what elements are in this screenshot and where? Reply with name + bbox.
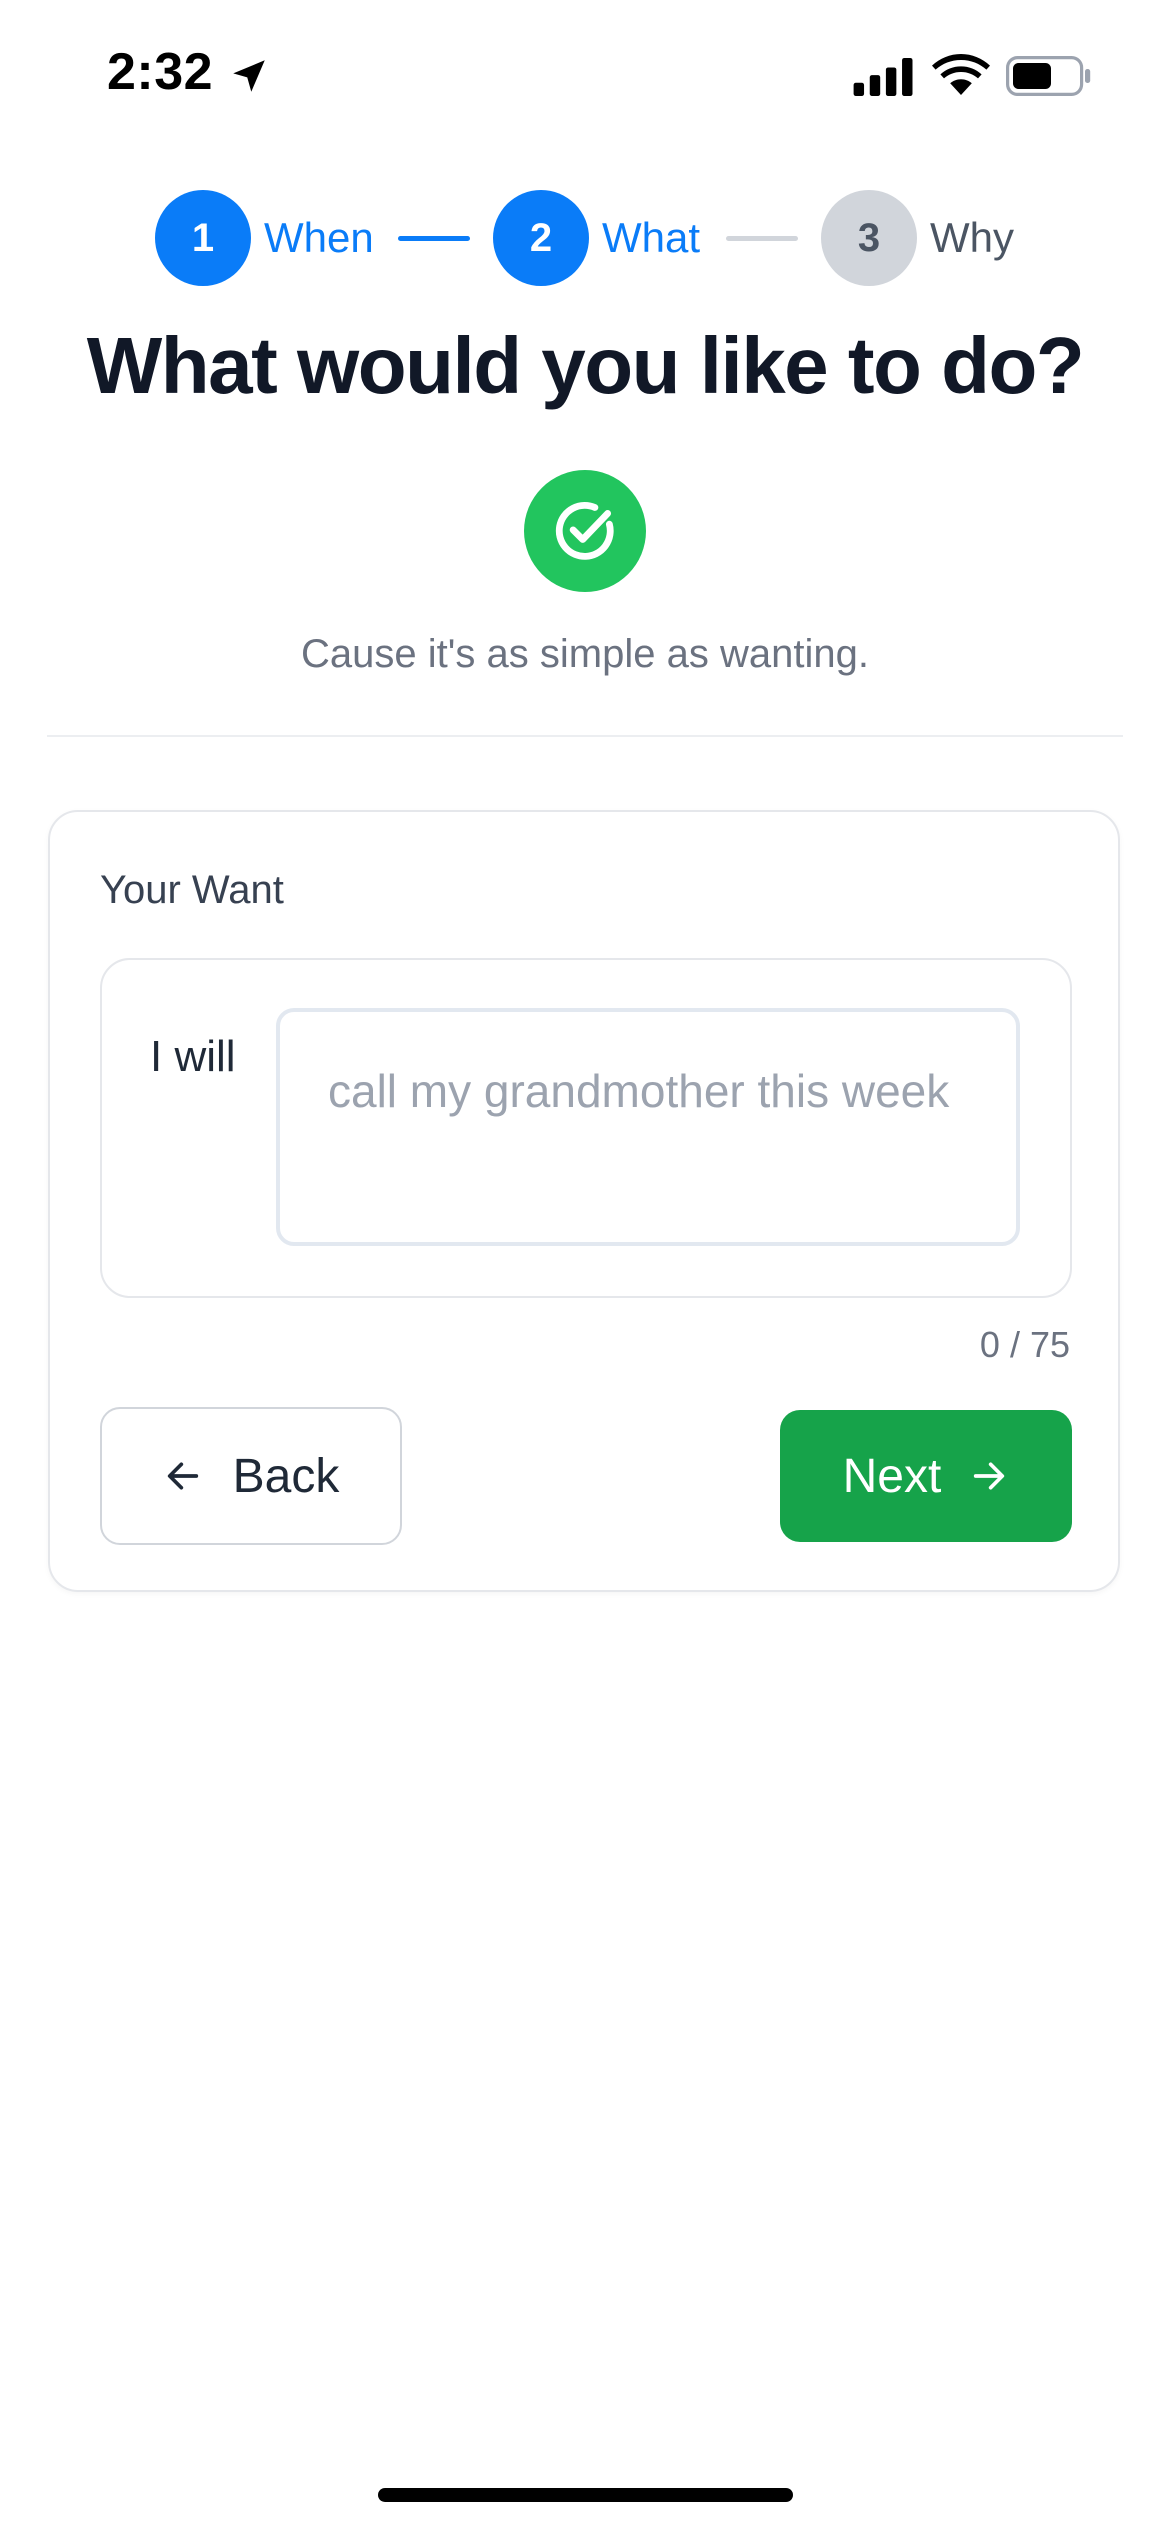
check-circle-icon — [524, 470, 646, 592]
arrow-left-icon — [167, 1462, 198, 1490]
home-indicator[interactable] — [378, 2488, 793, 2502]
step-connector-1 — [398, 236, 470, 241]
next-button-label: Next — [842, 1449, 942, 1503]
check-glyph-icon — [555, 502, 614, 560]
page-subtitle: Cause it's as simple as wanting. — [301, 632, 869, 676]
cellular-signal-icon — [853, 58, 913, 96]
page-title: What would you like to do? — [86, 321, 1085, 410]
arrow-right-icon — [974, 1462, 1005, 1490]
battery-icon — [1006, 56, 1091, 96]
step-2-indicator[interactable]: 2 — [493, 190, 589, 286]
step-1-number: 1 — [191, 215, 215, 260]
want-input[interactable] — [276, 1008, 1020, 1246]
wifi-icon — [932, 54, 990, 95]
step-3-number: 3 — [857, 215, 881, 260]
back-button[interactable]: Back — [100, 1407, 402, 1545]
step-3-label[interactable]: Why — [930, 214, 1014, 262]
step-2-number: 2 — [529, 215, 553, 260]
next-button[interactable]: Next — [780, 1410, 1072, 1542]
section-divider — [47, 735, 1123, 737]
step-2-label[interactable]: What — [602, 214, 700, 262]
step-3-indicator[interactable]: 3 — [821, 190, 917, 286]
form-label: Your Want — [100, 868, 284, 912]
step-1-indicator[interactable]: 1 — [155, 190, 251, 286]
back-button-label: Back — [232, 1449, 340, 1503]
location-arrow-icon — [233, 60, 265, 92]
step-1-label[interactable]: When — [264, 214, 374, 262]
status-bar: 2:32 — [0, 0, 1170, 150]
step-connector-2 — [726, 236, 798, 241]
status-time: 2:32 — [107, 43, 214, 101]
character-counter: 0 / 75 — [979, 1324, 1070, 1365]
input-prefix: I will — [150, 1032, 236, 1081]
progress-stepper: 1 When 2 What 3 Why — [0, 190, 1170, 290]
